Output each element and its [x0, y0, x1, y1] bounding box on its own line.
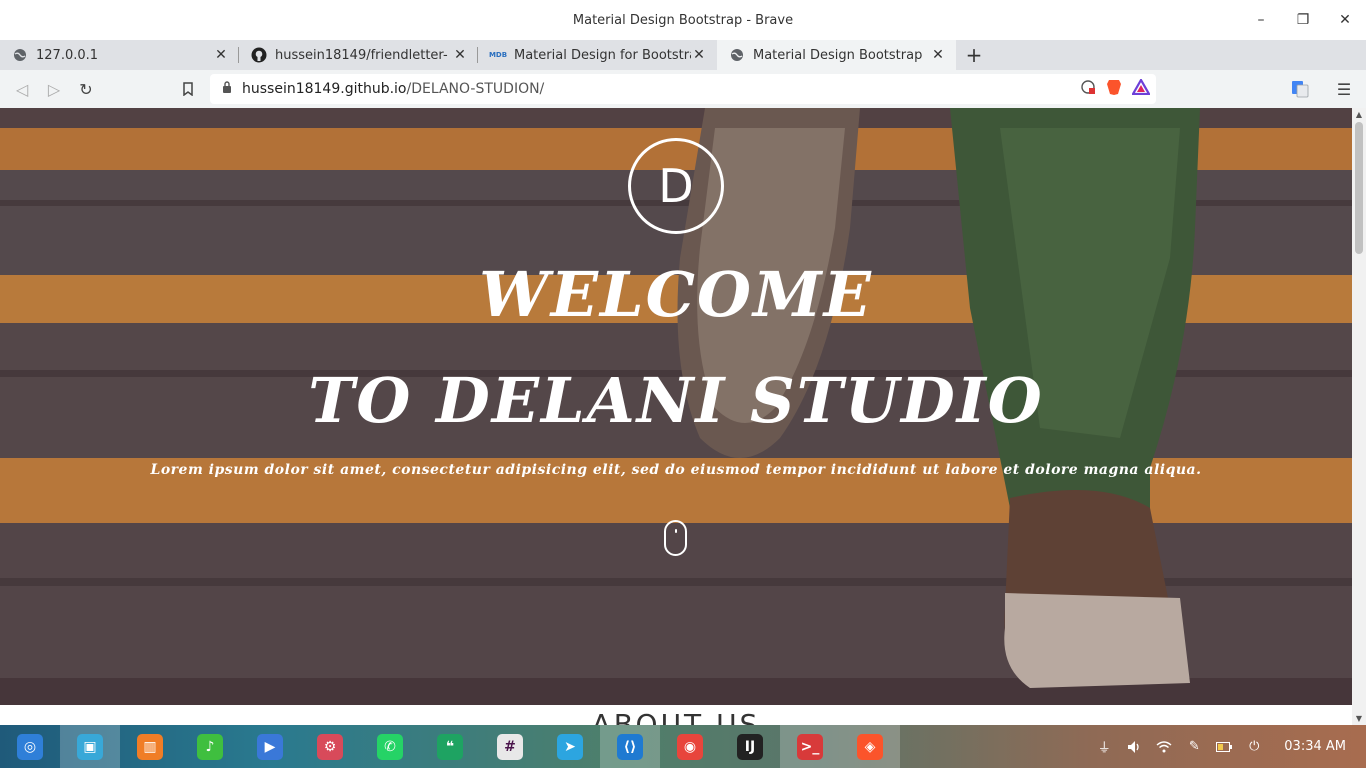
telegram-icon: ➤	[557, 733, 583, 760]
url-actions	[1080, 74, 1151, 104]
hero-heading-line-1: WELCOME	[479, 258, 873, 331]
tab-title: hussein18149/friendletter-	[275, 47, 448, 63]
tab-title: 127.0.0.1	[36, 47, 99, 63]
browser-toolbar: ◁ ▷ ↻ hussein18149.github.io/DELANO-STUD…	[0, 70, 1366, 108]
taskbar-app[interactable]: ♪	[180, 725, 240, 768]
window-titlebar: Material Design Bootstrap - Brave – ❐ ✕	[0, 0, 1366, 40]
pen-icon[interactable]: ✎	[1186, 739, 1202, 755]
bookmark-icon[interactable]	[172, 73, 204, 105]
taskbar: ◎ ▣ ▥ ♪ ▶ ⚙ ✆ ❝ # ➤ ⟨⟩ ◉ IJ >_ ◈ ⏚ ✎ ⏻ 03:34 AM	[0, 725, 1366, 768]
tab-material-design-bootstrap[interactable]: Material Design Bootstrap ✕	[717, 40, 956, 70]
tab-close-icon[interactable]: ✕	[930, 47, 946, 63]
logo-circle: D	[628, 138, 724, 234]
app-store-icon: ▥	[137, 733, 163, 760]
forward-button[interactable]: ▷	[38, 73, 70, 105]
about-us-heading: ABOUT US	[591, 708, 761, 725]
usb-icon[interactable]: ⏚	[1096, 739, 1112, 756]
reload-button[interactable]: ↻	[70, 73, 102, 105]
page-viewport: D WELCOME TO DELANI STUDIO Lorem ipsum d…	[0, 108, 1352, 725]
scroll-down-arrow-icon[interactable]: ▼	[1352, 714, 1366, 723]
back-button[interactable]: ◁	[6, 73, 38, 105]
toolbar-right: ☰	[1284, 70, 1366, 108]
window-title: Material Design Bootstrap - Brave	[572, 12, 794, 28]
volume-icon[interactable]	[1126, 739, 1142, 755]
tab-close-icon[interactable]: ✕	[213, 47, 229, 63]
mouse-wheel-dot	[675, 529, 677, 533]
translate-icon[interactable]	[1284, 73, 1316, 105]
tab-github[interactable]: hussein18149/friendletter- ✕	[239, 40, 478, 70]
minimize-button[interactable]: –	[1240, 0, 1282, 40]
taskbar-app[interactable]: >_	[780, 725, 840, 768]
taskbar-app[interactable]: ◎	[0, 725, 60, 768]
new-tab-button[interactable]: +	[956, 40, 992, 70]
whatsapp-icon: ✆	[377, 733, 403, 760]
url-path: /DELANO-STUDION/	[406, 81, 545, 97]
site-permissions-icon[interactable]	[1080, 79, 1096, 99]
taskbar-app[interactable]: ✆	[360, 725, 420, 768]
video-player-icon: ▶	[257, 733, 283, 760]
tab-title: Material Design for Bootstrap	[514, 47, 691, 63]
wifi-icon[interactable]	[1156, 739, 1172, 755]
brave-shields-icon[interactable]	[1106, 78, 1122, 100]
brave-icon: ◈	[857, 733, 883, 760]
intellij-icon: IJ	[737, 733, 763, 760]
url-host: hussein18149.github.io	[242, 81, 407, 97]
hero-section: D WELCOME TO DELANI STUDIO Lorem ipsum d…	[0, 108, 1352, 705]
chrome-icon: ◉	[677, 733, 703, 760]
taskbar-app[interactable]: #	[480, 725, 540, 768]
globe-icon	[12, 47, 28, 63]
deepin-launcher-icon: ◎	[17, 733, 43, 760]
hero-lead-text: Lorem ipsum dolor sit amet, consectetur …	[150, 462, 1202, 478]
window-controls: – ❐ ✕	[1240, 0, 1366, 40]
taskbar-app[interactable]: ◉	[660, 725, 720, 768]
taskbar-app[interactable]: ▥	[120, 725, 180, 768]
address-bar[interactable]: hussein18149.github.io/DELANO-STUDION/	[210, 74, 1156, 104]
taskbar-app[interactable]: ▶	[240, 725, 300, 768]
clock[interactable]: 03:34 AM	[1284, 739, 1346, 754]
taskbar-app[interactable]: ➤	[540, 725, 600, 768]
hero-heading-line-2: TO DELANI STUDIO	[308, 364, 1044, 437]
brave-rewards-icon[interactable]	[1131, 77, 1151, 99]
tab-title: Material Design Bootstrap	[753, 47, 923, 63]
power-icon[interactable]: ⏻	[1246, 739, 1262, 755]
scroll-up-arrow-icon[interactable]: ▲	[1352, 110, 1366, 119]
taskbar-apps: ◎ ▣ ▥ ♪ ▶ ⚙ ✆ ❝ # ➤ ⟨⟩ ◉ IJ >_ ◈	[0, 725, 900, 768]
tab-strip: 127.0.0.1 ✕ hussein18149/friendletter- ✕…	[0, 40, 1366, 70]
taskbar-app[interactable]: ▣	[60, 725, 120, 768]
maximize-button[interactable]: ❐	[1282, 0, 1324, 40]
tab-mdb[interactable]: MDB Material Design for Bootstrap ✕	[478, 40, 717, 70]
menu-button[interactable]: ☰	[1328, 73, 1360, 105]
taskbar-app[interactable]: ⟨⟩	[600, 725, 660, 768]
globe-icon	[729, 47, 745, 63]
battery-icon[interactable]	[1216, 739, 1233, 755]
slack-icon: #	[497, 733, 523, 760]
hangouts-icon: ❝	[437, 733, 463, 760]
github-icon	[251, 47, 267, 63]
scrollbar-thumb[interactable]	[1355, 122, 1363, 254]
vscode-icon: ⟨⟩	[617, 733, 643, 760]
tab-close-icon[interactable]: ✕	[452, 47, 468, 63]
taskbar-app[interactable]: ⚙	[300, 725, 360, 768]
taskbar-app[interactable]: ❝	[420, 725, 480, 768]
tab-127[interactable]: 127.0.0.1 ✕	[0, 40, 239, 70]
logo-letter: D	[658, 159, 694, 213]
taskbar-app[interactable]: ◈	[840, 725, 900, 768]
taskbar-app[interactable]: IJ	[720, 725, 780, 768]
file-manager-icon: ▣	[77, 733, 103, 760]
system-tray: ⏚ ✎ ⏻ 03:34 AM	[1096, 725, 1366, 768]
music-icon: ♪	[197, 733, 223, 760]
scroll-down-mouse-icon[interactable]	[664, 520, 687, 556]
mdb-icon: MDB	[488, 51, 508, 59]
lock-icon	[222, 81, 232, 97]
terminal-icon: >_	[797, 733, 823, 760]
tab-close-icon[interactable]: ✕	[691, 47, 707, 63]
settings-icon: ⚙	[317, 733, 343, 760]
close-window-button[interactable]: ✕	[1324, 0, 1366, 40]
page-scrollbar[interactable]: ▲ ▼	[1352, 108, 1366, 725]
